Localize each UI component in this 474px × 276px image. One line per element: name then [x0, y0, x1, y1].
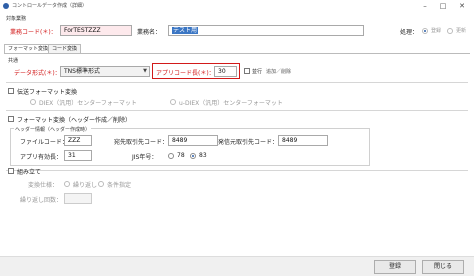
transfer-divider [6, 110, 468, 111]
jis-label: JIS年号： [132, 154, 158, 161]
close-icon[interactable]: ✕ [455, 1, 469, 11]
header-info-label: ヘッダー情報（ヘッダー作成時） [14, 126, 92, 133]
parallel-note: 追加／削除 [266, 69, 292, 75]
tab-divider [4, 53, 470, 54]
close-button[interactable]: 閉じる [422, 260, 464, 274]
data-format-value: TNS標準形式 [64, 68, 100, 75]
target-business-label: 対象業務 [6, 16, 27, 22]
maximize-icon[interactable]: □ [436, 1, 450, 11]
tab-code-conversion[interactable]: コード変換 [48, 44, 82, 53]
appl-valid-label: アプリ有効長： [20, 154, 63, 161]
dest-code-label: 宛先取引先コード： [114, 139, 169, 146]
u-diex-radio [170, 99, 176, 105]
business-name-label: 業務名： [137, 29, 162, 36]
appl-code-input[interactable]: 30 [214, 66, 237, 77]
spec-condition-label: 条件指定 [107, 182, 132, 189]
transfer-format-title: 伝送フォーマット変換 [17, 89, 78, 96]
spec-condition-radio [98, 181, 104, 187]
file-code-input[interactable]: ZZZ [64, 135, 92, 146]
parallel-label: 並行 [252, 69, 263, 75]
tab-format-conversion[interactable]: フォーマット変換 [4, 44, 53, 53]
repeat-count-label: 繰り返し回数： [20, 197, 63, 204]
parallel-checkbox[interactable] [244, 68, 250, 74]
format-conversion-checkbox[interactable] [8, 116, 14, 122]
jis-78-radio[interactable] [168, 153, 174, 159]
src-code-label: 発信元取引先コード： [218, 139, 279, 146]
register-button[interactable]: 登録 [374, 260, 416, 274]
diex-radio [30, 99, 36, 105]
format-divider [6, 170, 468, 171]
spec-repeat-label: 繰り返し [73, 182, 98, 189]
chevron-down-icon: ▼ [143, 68, 147, 74]
app-icon [3, 3, 9, 9]
assemble-title: 組み立て [17, 169, 42, 176]
common-divider [6, 82, 468, 83]
processing-register-label: 登録 [431, 28, 442, 34]
file-code-label: ファイルコード： [20, 139, 68, 146]
jis-83-radio[interactable] [190, 153, 196, 159]
minimize-icon[interactable]: – [418, 1, 432, 11]
spec-label: 変換仕様： [28, 182, 59, 189]
footer-bar: 登録 閉じる [0, 256, 474, 276]
business-code-input[interactable]: ForTESTZZZ [60, 25, 132, 36]
appl-valid-input[interactable]: 31 [64, 150, 92, 161]
repeat-count-input [64, 193, 92, 204]
src-code-input[interactable]: 8489 [278, 135, 328, 146]
business-name-input[interactable]: テスト用 [168, 25, 364, 36]
processing-update-label: 更新 [456, 28, 467, 34]
u-diex-label: u-DIEX（汎用）センターフォーマット [179, 100, 283, 107]
business-code-label: 業務コード(＊)： [10, 29, 57, 36]
assemble-checkbox[interactable] [8, 168, 14, 174]
dest-code-input[interactable]: 8489 [168, 135, 218, 146]
jis-83-label: 83 [199, 152, 207, 159]
business-name-text: テスト用 [172, 27, 199, 34]
format-conversion-title: フォーマット変換（ヘッダー作成／削除） [17, 117, 132, 124]
processing-register-radio [422, 28, 428, 34]
transfer-format-checkbox[interactable] [8, 88, 14, 94]
diex-label: DIEX（汎用）センターフォーマット [39, 100, 137, 107]
common-label: 共通 [8, 58, 19, 64]
processing-label: 処理： [400, 29, 419, 36]
data-format-label: データ形式(＊)： [14, 70, 61, 77]
spec-repeat-radio [64, 181, 70, 187]
data-format-select[interactable]: TNS標準形式 ▼ [60, 66, 150, 77]
jis-78-label: 78 [177, 152, 185, 159]
processing-update-radio [447, 28, 453, 34]
title-bar: コントロールデータ作成（詳細） – □ ✕ [0, 0, 474, 12]
window-title: コントロールデータ作成（詳細） [12, 3, 88, 9]
appl-code-label: アプリコード長(＊)： [156, 70, 215, 77]
